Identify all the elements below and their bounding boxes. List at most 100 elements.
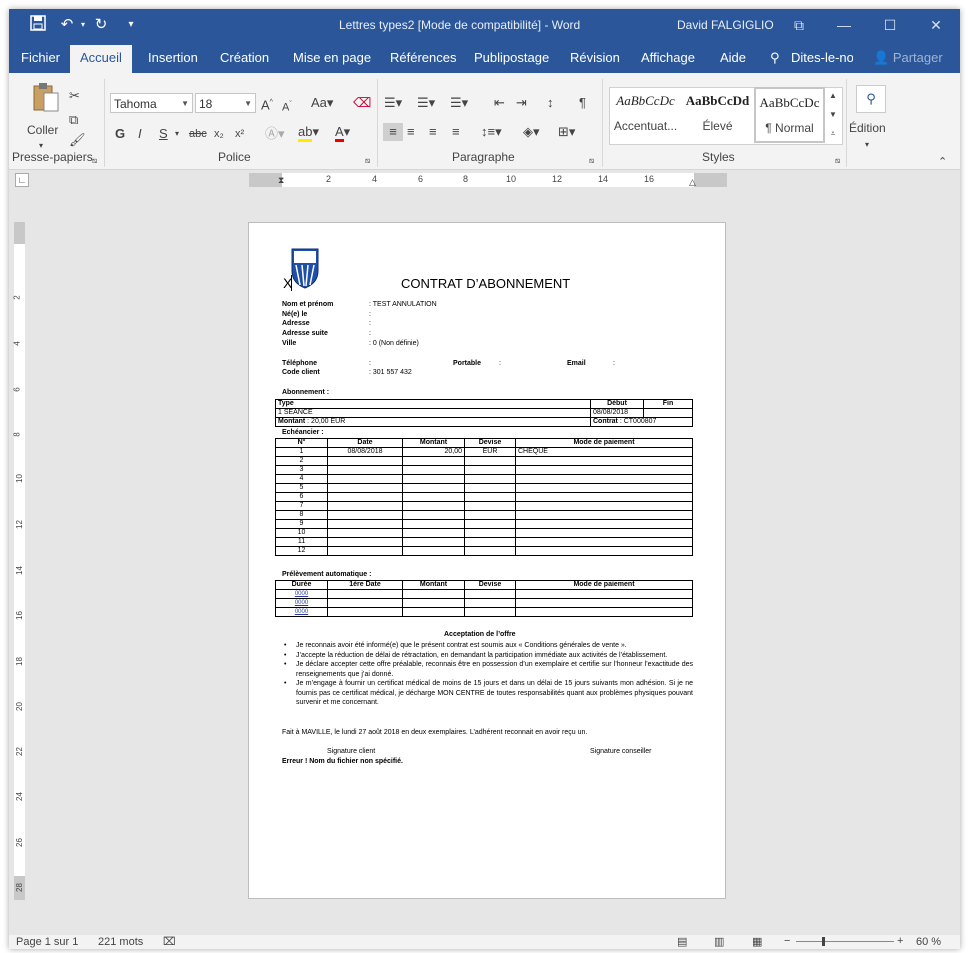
shading-icon[interactable]: ◈▾ xyxy=(523,123,540,141)
styles-scroll-up-icon[interactable]: ▲ xyxy=(826,87,840,105)
editing-dropdown-icon[interactable]: ▾ xyxy=(865,136,869,154)
close-icon[interactable]: ✕ xyxy=(925,15,947,35)
align-center-icon[interactable]: ≡ xyxy=(407,123,415,141)
undo-dropdown-icon[interactable]: ▾ xyxy=(73,15,93,35)
page-count[interactable]: Page 1 sur 1 xyxy=(16,936,78,948)
grow-font-icon[interactable]: A^ xyxy=(261,94,273,114)
superscript-icon[interactable]: x² xyxy=(235,125,244,143)
table-cell: 3 xyxy=(275,465,328,475)
clear-formatting-icon[interactable]: ⌫ xyxy=(353,94,371,112)
format-painter-icon[interactable]: 🖌 xyxy=(69,131,86,149)
indent-marker-icon[interactable]: ⧗ xyxy=(278,171,284,189)
tab-fichier[interactable]: Fichier xyxy=(21,50,60,65)
change-case-icon[interactable]: Aa▾ xyxy=(311,94,333,112)
table-cell xyxy=(327,546,403,556)
copy-icon[interactable]: ⧉ xyxy=(69,111,78,129)
table-cell: 1 SEANCE xyxy=(275,408,591,418)
tab-affichage[interactable]: Affichage xyxy=(641,50,695,65)
zoom-slider-thumb[interactable] xyxy=(822,937,825,946)
sort-icon[interactable]: ↕ xyxy=(547,94,554,112)
numbering-icon[interactable]: ☰▾ xyxy=(417,94,435,112)
tab-publipostage[interactable]: Publipostage xyxy=(474,50,549,65)
table-cell: 5 xyxy=(275,483,328,493)
multilevel-list-icon[interactable]: ☰▾ xyxy=(450,94,468,112)
search-icon[interactable]: ⚲ xyxy=(770,50,780,66)
subscript-icon[interactable]: x₂ xyxy=(214,125,224,143)
paste-icon[interactable] xyxy=(31,81,61,112)
text-effects-icon[interactable]: Ⓐ▾ xyxy=(265,125,285,143)
clipboard-launcher-icon[interactable]: ⧅ xyxy=(92,152,97,170)
tab-references[interactable]: Références xyxy=(390,50,456,65)
decrease-indent-icon[interactable]: ⇤ xyxy=(494,94,505,112)
highlight-icon[interactable]: ab▾ xyxy=(298,123,319,142)
table-cell xyxy=(515,589,693,599)
print-layout-icon[interactable]: ▥ xyxy=(714,935,724,948)
tab-revision[interactable]: Révision xyxy=(570,50,620,65)
web-layout-icon[interactable]: ▦ xyxy=(752,935,762,948)
table-cell: 10 xyxy=(275,528,328,538)
tab-creation[interactable]: Création xyxy=(220,50,269,65)
styles-scroll-down-icon[interactable]: ▼ xyxy=(826,106,840,124)
tab-selector-icon[interactable]: ∟ xyxy=(15,173,29,187)
justify-icon[interactable]: ≡ xyxy=(452,123,460,141)
increase-indent-icon[interactable]: ⇥ xyxy=(516,94,527,112)
font-size-combo[interactable]: 18 ▼ xyxy=(195,93,256,113)
shrink-font-icon[interactable]: Aˇ xyxy=(282,96,292,117)
share-button[interactable]: 👤 Partager xyxy=(873,50,943,66)
right-indent-icon[interactable]: △ xyxy=(689,173,696,191)
cut-icon[interactable]: ✂ xyxy=(69,87,80,105)
underline-icon[interactable]: S xyxy=(159,125,168,143)
read-mode-icon[interactable]: ▤ xyxy=(677,935,687,948)
tell-me-input[interactable]: Dites-le-nous xyxy=(791,50,853,65)
find-icon[interactable]: ⚲ xyxy=(856,85,886,113)
customize-toolbar-icon[interactable]: ▾ xyxy=(121,15,141,35)
styles-more-icon[interactable]: ⩡ xyxy=(826,125,840,143)
prelevement-body: 0000 0000 0000 xyxy=(275,589,693,617)
maximize-icon[interactable]: ☐ xyxy=(879,15,901,35)
document-title: CONTRAT D’ABONNEMENT xyxy=(401,276,571,291)
line-spacing-icon[interactable]: ↕≡▾ xyxy=(481,123,502,141)
ribbon-display-options-icon[interactable]: ⧉ xyxy=(788,15,810,35)
zoom-level[interactable]: 60 % xyxy=(916,936,941,948)
bullets-icon[interactable]: ☰▾ xyxy=(384,94,402,112)
tab-mise-en-page[interactable]: Mise en page xyxy=(293,50,371,65)
bold-icon[interactable]: G xyxy=(115,125,125,143)
client-label: Code client xyxy=(282,369,320,376)
italic-icon[interactable]: I xyxy=(138,125,142,143)
style-normal[interactable]: AaBbCcDc ¶ Normal xyxy=(754,87,825,143)
tab-aide[interactable]: Aide xyxy=(720,50,746,65)
paragraph-launcher-icon[interactable]: ⧅ xyxy=(589,152,594,170)
font-name-combo[interactable]: Tahoma ▼ xyxy=(110,93,193,113)
word-count[interactable]: 221 mots xyxy=(98,936,143,948)
style-accentuation[interactable]: AaBbCcDc Accentuat... xyxy=(610,87,681,143)
tab-insertion[interactable]: Insertion xyxy=(148,50,198,65)
zoom-slider[interactable] xyxy=(796,941,894,942)
zoom-in-icon[interactable]: + xyxy=(897,935,903,947)
show-formatting-icon[interactable]: ¶ xyxy=(579,94,586,112)
font-color-icon[interactable]: A▾ xyxy=(335,123,350,142)
editing-button[interactable]: Édition xyxy=(849,119,886,137)
field-value: : xyxy=(369,320,371,327)
document-page[interactable]: X CONTRAT D’ABONNEMENT Nom et prénom : T… xyxy=(248,222,726,899)
collapse-ribbon-icon[interactable]: ⌃ xyxy=(938,153,947,171)
underline-dropdown-icon[interactable]: ▾ xyxy=(175,125,179,143)
vertical-ruler[interactable]: 2 4 6 8 10 12 14 16 18 20 22 24 26 28 xyxy=(13,222,25,900)
align-left-icon[interactable]: ≡ xyxy=(383,123,403,141)
horizontal-ruler[interactable]: 2 4 6 8 10 12 14 16 ⧗ △ xyxy=(249,173,727,187)
redo-icon[interactable]: ↻ xyxy=(91,15,111,35)
borders-icon[interactable]: ⊞▾ xyxy=(558,123,575,141)
strikethrough-icon[interactable]: abc xyxy=(189,125,207,143)
minimize-icon[interactable]: — xyxy=(833,15,855,35)
proofing-icon[interactable]: ⌧ xyxy=(163,935,176,948)
font-launcher-icon[interactable]: ⧅ xyxy=(365,152,370,170)
style-eleve[interactable]: AaBbCcDd Élevé xyxy=(682,87,753,143)
ruler-margin xyxy=(14,222,25,244)
align-right-icon[interactable]: ≡ xyxy=(429,123,437,141)
user-name[interactable]: David FALGIGLIO xyxy=(677,18,774,32)
tab-accueil[interactable]: Accueil xyxy=(70,45,132,73)
save-icon[interactable] xyxy=(28,15,48,35)
zoom-out-icon[interactable]: − xyxy=(784,935,790,947)
styles-launcher-icon[interactable]: ⧅ xyxy=(835,152,840,170)
montant-label: Montant xyxy=(278,418,306,425)
ruler-number: 8 xyxy=(463,174,469,184)
